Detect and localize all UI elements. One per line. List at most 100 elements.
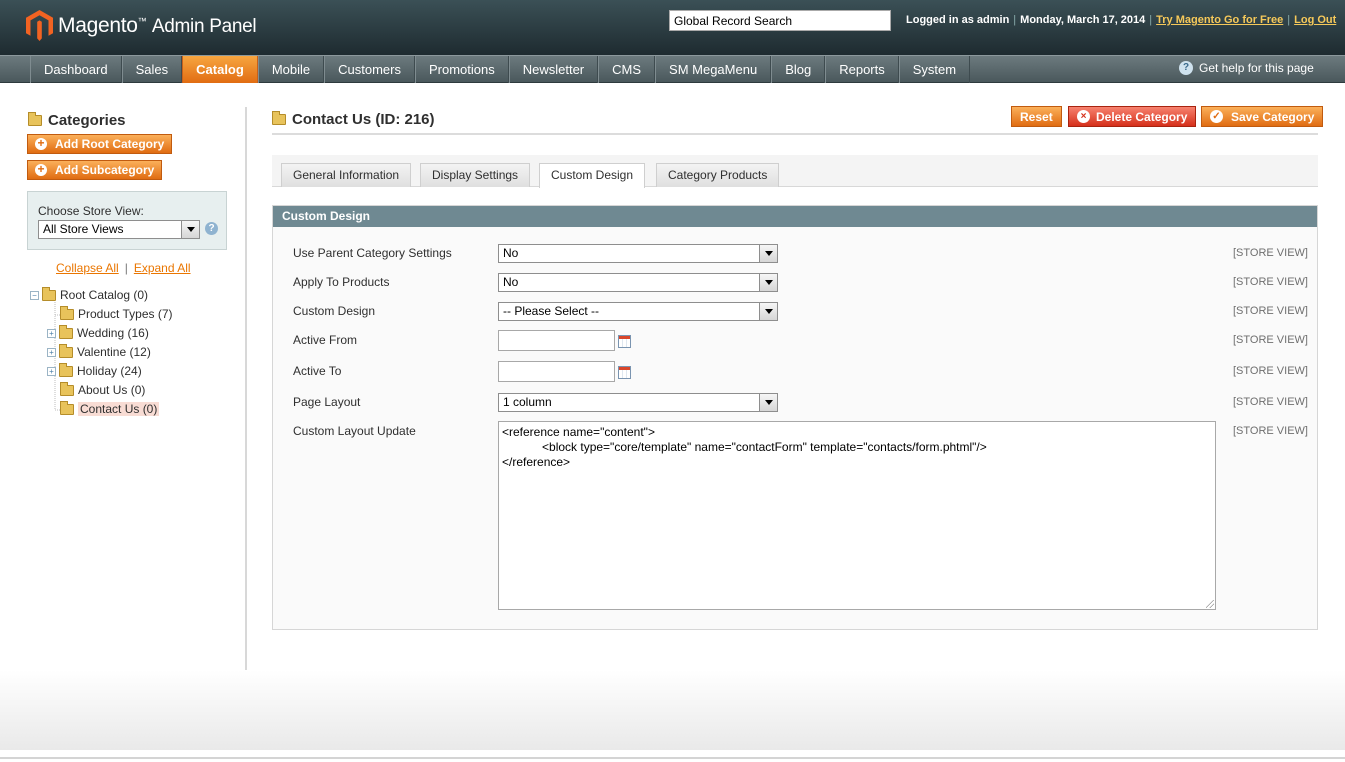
folder-icon [60,400,74,415]
tab-category-products[interactable]: Category Products [656,163,780,187]
nav-reports[interactable]: Reports [825,56,899,83]
resize-handle-icon[interactable] [1206,600,1214,608]
chevron-down-icon [181,221,199,238]
nav-blog[interactable]: Blog [771,56,826,83]
nav-system[interactable]: System [898,56,971,83]
tree-node-valentine[interactable]: + Valentine (12) [47,343,151,359]
tab-display-settings[interactable]: Display Settings [420,163,531,187]
tree-node-product-types[interactable]: Product Types (7) [60,305,173,321]
tree-node-label: Valentine (12) [77,345,151,359]
tree-controls-separator: | [124,261,128,275]
reset-button-label: Reset [1020,109,1053,124]
nav-customers[interactable]: Customers [324,56,415,83]
column-divider [245,107,247,670]
folder-icon [59,343,73,358]
tree-node-label: Root Catalog (0) [60,288,149,302]
active-to-label: Active To [293,364,342,378]
add-subcategory-label: Add Subcategory [55,163,155,177]
expand-toggle-icon[interactable]: + [47,366,56,376]
add-root-category-button[interactable]: + Add Root Category [27,134,173,154]
active-from-input[interactable] [498,330,615,351]
try-magento-go-link[interactable]: Try Magento Go for Free [1156,14,1283,26]
categories-title-text: Categories [48,112,126,129]
nav-sm-megamenu[interactable]: SM MegaMenu [655,56,772,83]
header-separator: | [1149,14,1153,26]
chevron-down-icon [759,394,777,411]
add-subcategory-button[interactable]: + Add Subcategory [27,160,163,180]
chevron-down-icon [759,303,777,320]
store-view-value: All Store Views [43,222,124,236]
chevron-down-icon [759,274,777,291]
calendar-icon[interactable] [618,366,631,379]
header-separator: | [1013,14,1017,26]
category-tabs: General Information Display Settings Cus… [272,155,1318,188]
reset-button[interactable]: Reset [1011,106,1062,127]
custom-design-value: -- Please Select -- [503,304,600,318]
tab-general-information[interactable]: General Information [281,163,412,187]
nav-mobile[interactable]: Mobile [257,56,325,83]
collapse-all-link[interactable]: Collapse All [56,261,119,275]
check-icon: ✓ [1210,110,1223,123]
page-layout-value: 1 column [503,395,552,409]
footer-divider [0,757,1345,759]
nav-newsletter[interactable]: Newsletter [508,56,599,83]
title-divider [272,133,1318,135]
help-link[interactable]: ? Get help for this page [1179,61,1314,75]
apply-to-products-label: Apply To Products [293,275,390,289]
nav-sales[interactable]: Sales [121,56,183,83]
nav-cms[interactable]: CMS [598,56,656,83]
plus-icon: + [35,137,47,150]
plus-icon: + [35,163,47,176]
expand-all-link[interactable]: Expand All [134,261,191,275]
save-category-button[interactable]: ✓ Save Category [1201,106,1324,127]
folder-icon [59,362,73,377]
magento-logo[interactable]: Magento™ Admin Panel [26,10,257,41]
header-separator: | [1287,14,1291,26]
folder-icon [59,324,73,339]
global-search-input[interactable] [669,10,891,31]
nav-catalog[interactable]: Catalog [182,56,258,83]
scope-label: [STORE VIEW] [1233,365,1308,377]
question-icon[interactable]: ? [205,222,218,235]
use-parent-settings-select[interactable]: No [498,244,778,263]
categories-sidebar: Categories + Add Root Category + Add Sub… [0,83,247,670]
store-view-label: Choose Store View: [38,204,144,218]
expand-toggle-icon[interactable]: + [47,328,56,338]
logo-trademark: ™ [137,15,147,26]
nav-promotions[interactable]: Promotions [414,56,509,83]
delete-icon: × [1077,110,1090,123]
tree-node-wedding[interactable]: + Wedding (16) [47,324,149,340]
store-view-select[interactable]: All Store Views [38,220,200,239]
apply-to-products-select[interactable]: No [498,273,778,292]
categories-title: Categories [28,112,126,129]
add-root-category-label: Add Root Category [55,137,165,151]
tree-node-holiday[interactable]: + Holiday (24) [47,362,142,378]
custom-design-fieldset: Custom Design Use Parent Category Settin… [272,205,1318,630]
custom-layout-update-textarea[interactable]: <reference name="content"> <block type="… [498,421,1216,610]
logged-in-text: Logged in as admin [906,14,1010,26]
store-view-switcher: Choose Store View: All Store Views ? [27,191,227,250]
scope-label: [STORE VIEW] [1233,396,1308,408]
page-layout-label: Page Layout [293,395,361,409]
collapse-toggle-icon[interactable]: − [30,290,39,300]
logout-link[interactable]: Log Out [1294,14,1336,26]
help-link-label: Get help for this page [1199,61,1314,75]
scope-label: [STORE VIEW] [1233,247,1308,259]
calendar-icon[interactable] [618,335,631,348]
tree-node-label: Product Types (7) [78,307,173,321]
folder-icon [42,286,56,301]
tree-node-label: Wedding (16) [77,326,149,340]
custom-design-select[interactable]: -- Please Select -- [498,302,778,321]
page-layout-select[interactable]: 1 column [498,393,778,412]
delete-category-button[interactable]: × Delete Category [1068,106,1197,127]
use-parent-settings-value: No [503,246,519,260]
tree-node-root-catalog[interactable]: − Root Catalog (0) [30,286,149,302]
tree-node-contact-us[interactable]: Contact Us (0) [60,400,160,416]
custom-layout-update-value: <reference name="content"> <block type="… [502,425,987,469]
tab-custom-design[interactable]: Custom Design [539,163,646,188]
active-to-input[interactable] [498,361,615,382]
nav-dashboard[interactable]: Dashboard [30,56,122,83]
tree-node-about-us[interactable]: About Us (0) [60,381,146,397]
expand-toggle-icon[interactable]: + [47,347,56,357]
tree-node-label: About Us (0) [78,383,146,397]
